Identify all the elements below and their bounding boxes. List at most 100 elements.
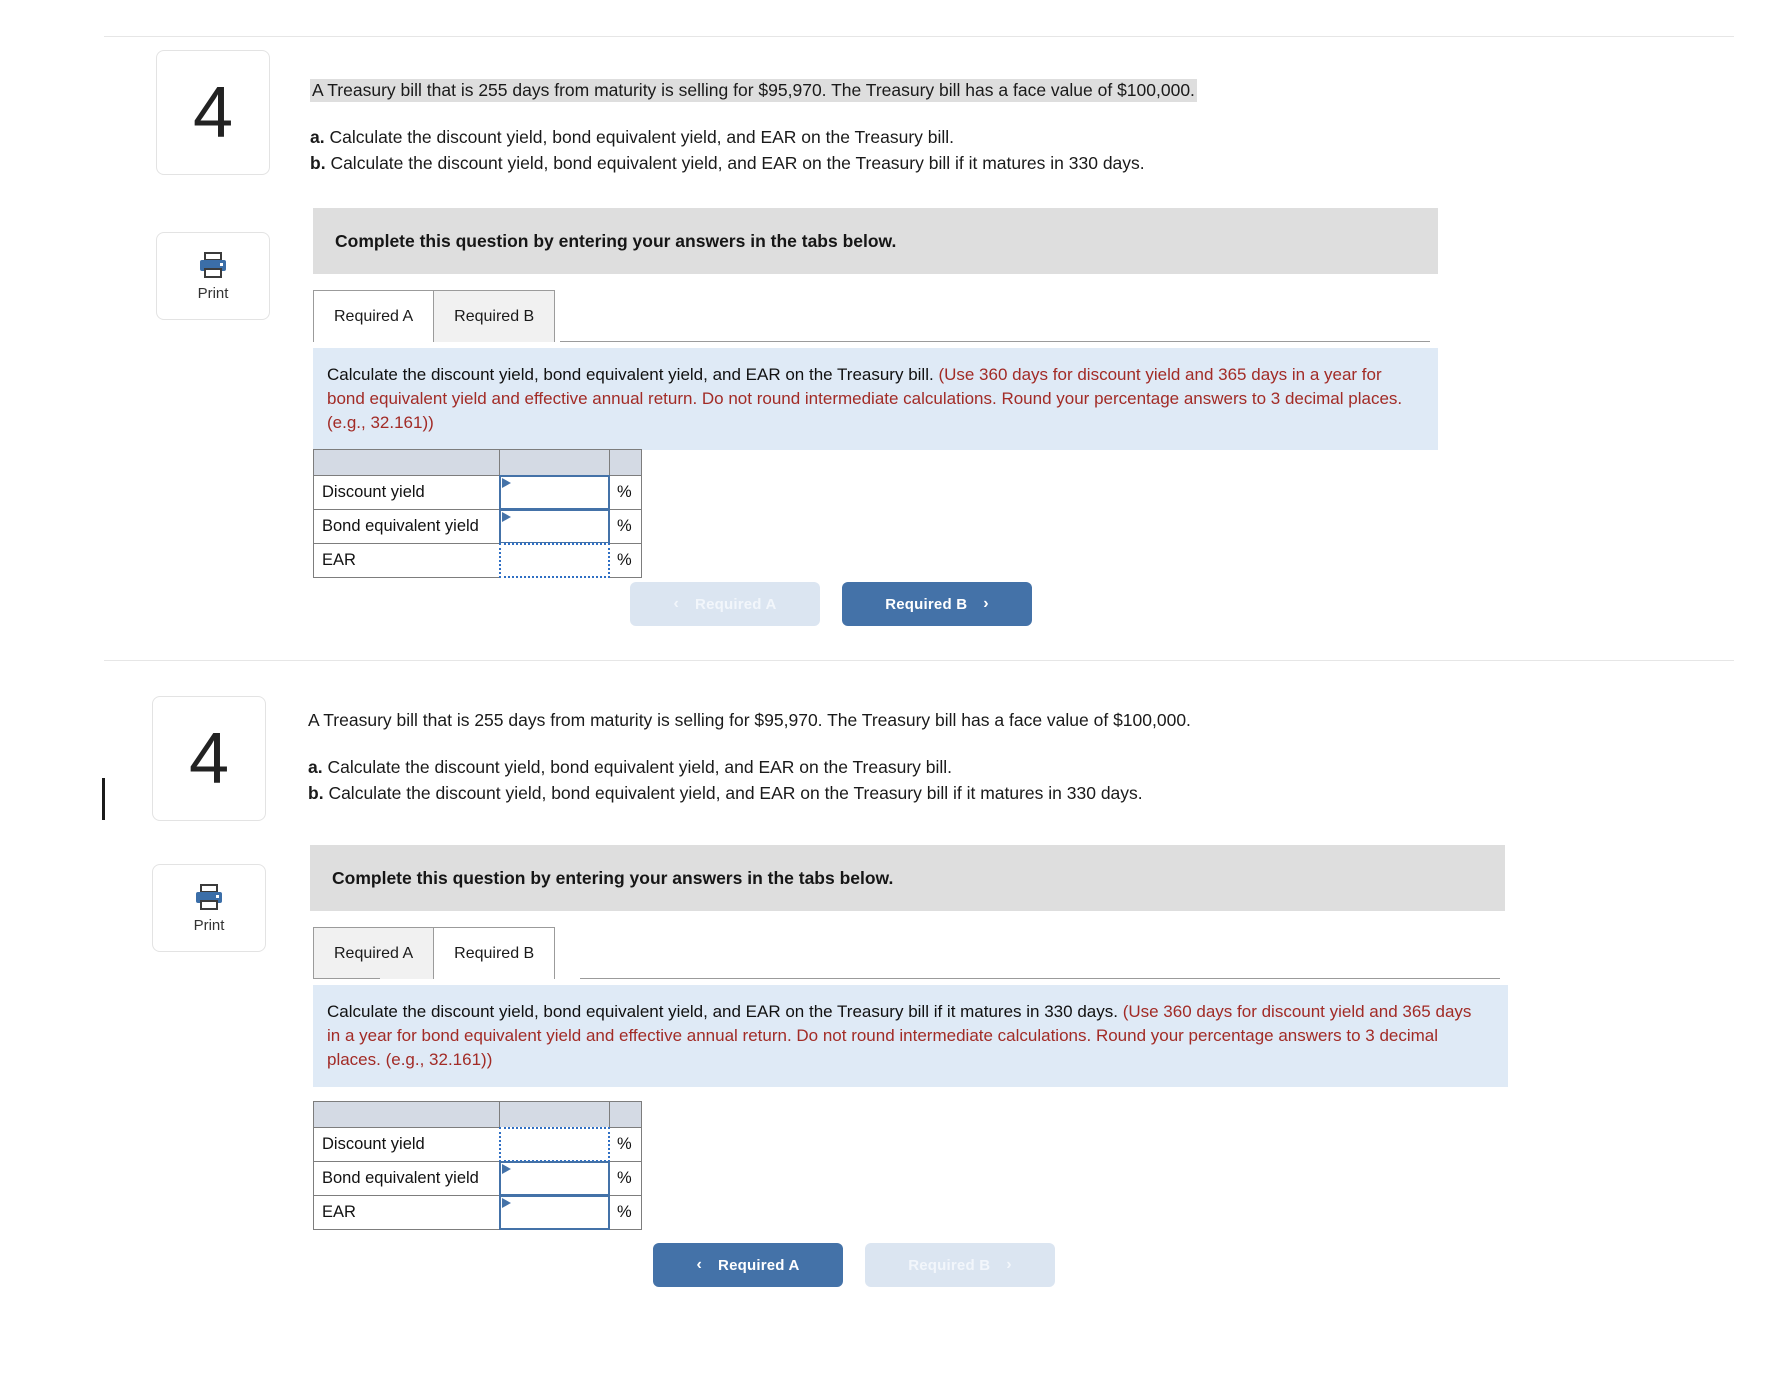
nav-buttons-b: ‹ Required A Required B › [653, 1243, 1055, 1287]
row-unit: % [609, 1195, 642, 1230]
header-value-cell [499, 1101, 610, 1128]
row-unit: % [609, 1161, 642, 1196]
bond-equivalent-yield-input[interactable] [499, 1161, 610, 1196]
question-text: A Treasury bill that is 255 days from ma… [308, 708, 1628, 806]
part-b-text: Calculate the discount yield, bond equiv… [328, 782, 1143, 803]
instruction-bar-text: Complete this question by entering your … [335, 230, 897, 251]
discount-yield-input-cell[interactable] [499, 1127, 610, 1162]
prev-required-a-button[interactable]: ‹ Required A [630, 582, 820, 626]
prev-required-a-button[interactable]: ‹ Required A [653, 1243, 843, 1287]
chevron-right-icon: › [1006, 1256, 1012, 1273]
chevron-left-icon: ‹ [696, 1256, 703, 1273]
row-unit: % [609, 543, 642, 578]
row-label: EAR [313, 1195, 500, 1230]
discount-yield-input-cell[interactable] [499, 475, 610, 510]
tab-strip: Required A Required B [313, 290, 556, 342]
question-part-b: b. Calculate the discount yield, bond eq… [310, 151, 1560, 176]
table-row: Discount yield % [313, 475, 642, 510]
section-divider [104, 660, 1734, 661]
row-unit: % [609, 1127, 642, 1162]
print-label: Print [193, 916, 225, 934]
next-button-label: Required B [885, 595, 968, 613]
row-label: Bond equivalent yield [313, 509, 500, 544]
print-button[interactable]: Print [152, 864, 266, 952]
exercise-page: 4 Print A Treasury bill that is 255 days… [0, 0, 1785, 1377]
tab-required-b[interactable]: Required B [433, 927, 556, 979]
question-number: 4 [188, 718, 230, 799]
tab-required-b-label: Required B [454, 307, 535, 325]
question-text: A Treasury bill that is 255 days from ma… [310, 78, 1560, 176]
part-a-marker: a. [308, 757, 323, 778]
print-button[interactable]: Print [156, 232, 270, 320]
tab-strip: Required A Required B [313, 927, 556, 979]
part-b-text: Calculate the discount yield, bond equiv… [330, 152, 1145, 173]
discount-yield-input[interactable] [499, 475, 610, 510]
chevron-left-icon: ‹ [673, 595, 680, 612]
part-a-text: Calculate the discount yield, bond equiv… [329, 127, 955, 148]
printer-icon [196, 883, 222, 910]
next-button-label: Required B [908, 1256, 991, 1274]
part-a-marker: a. [310, 127, 325, 148]
text-spacer [310, 103, 1560, 125]
table-header-row [313, 449, 642, 476]
answer-table-a: Discount yield % Bond equivalent yield % [313, 449, 642, 578]
question-part-b: b. Calculate the discount yield, bond eq… [308, 781, 1628, 806]
tab-required-a[interactable]: Required A [313, 927, 435, 979]
discount-yield-input[interactable] [499, 1127, 610, 1162]
printer-icon [200, 251, 226, 278]
chevron-right-icon: › [983, 595, 989, 612]
question-number-card: 4 [152, 696, 266, 821]
table-header-row [313, 1101, 642, 1128]
table-row: Bond equivalent yield % [313, 1161, 642, 1196]
tab-required-a[interactable]: Required A [313, 290, 435, 342]
text-cursor-artifact [102, 778, 105, 820]
question-part-a: a. Calculate the discount yield, bond eq… [308, 755, 1628, 780]
requirement-callout-a: Calculate the discount yield, bond equiv… [313, 348, 1438, 451]
callout-b-black-text: Calculate the discount yield, bond equiv… [327, 1002, 1118, 1021]
question-stem: A Treasury bill that is 255 days from ma… [308, 710, 1191, 730]
callout-a-black-text: Calculate the discount yield, bond equiv… [327, 365, 934, 384]
nav-buttons-a: ‹ Required A Required B › [630, 582, 1032, 626]
tab-required-a-label: Required A [334, 944, 414, 962]
question-part-a: a. Calculate the discount yield, bond eq… [310, 125, 1560, 150]
row-label: EAR [313, 543, 500, 578]
table-row: EAR % [313, 543, 642, 578]
header-value-cell [499, 449, 610, 476]
cell-marker-icon [502, 1198, 511, 1208]
bond-equivalent-yield-input[interactable] [499, 509, 610, 544]
row-label: Discount yield [313, 475, 500, 510]
answer-table-b: Discount yield % Bond equivalent yield %… [313, 1101, 642, 1230]
part-a-text: Calculate the discount yield, bond equiv… [327, 757, 953, 778]
prev-button-label: Required A [695, 595, 777, 613]
tab-required-b[interactable]: Required B [433, 290, 556, 342]
cell-marker-icon [502, 512, 511, 522]
next-required-b-button[interactable]: Required B › [865, 1243, 1055, 1287]
tab-underline-right [580, 978, 1500, 979]
instruction-bar-text: Complete this question by entering your … [332, 867, 894, 888]
ear-input-cell[interactable] [499, 1195, 610, 1230]
header-label-cell [313, 449, 500, 476]
cell-marker-icon [502, 478, 511, 488]
table-row: Discount yield % [313, 1127, 642, 1162]
text-spacer [308, 733, 1628, 755]
bond-equivalent-yield-input-cell[interactable] [499, 509, 610, 544]
row-unit: % [609, 509, 642, 544]
header-unit-cell [609, 449, 642, 476]
header-unit-cell [609, 1101, 642, 1128]
instruction-bar: Complete this question by entering your … [313, 208, 1438, 274]
next-required-b-button[interactable]: Required B › [842, 582, 1032, 626]
ear-input[interactable] [499, 543, 610, 578]
requirement-callout-b: Calculate the discount yield, bond equiv… [313, 985, 1508, 1088]
row-label: Discount yield [313, 1127, 500, 1162]
print-label: Print [197, 284, 229, 302]
bond-equivalent-yield-input-cell[interactable] [499, 1161, 610, 1196]
question-number: 4 [192, 72, 234, 153]
ear-input[interactable] [499, 1195, 610, 1230]
prev-button-label: Required A [718, 1256, 800, 1274]
tab-underline-left [313, 978, 380, 979]
cell-marker-icon [502, 1164, 511, 1174]
table-row: EAR % [313, 1195, 642, 1230]
row-label: Bond equivalent yield [313, 1161, 500, 1196]
table-row: Bond equivalent yield % [313, 509, 642, 544]
ear-input-cell[interactable] [499, 543, 610, 578]
